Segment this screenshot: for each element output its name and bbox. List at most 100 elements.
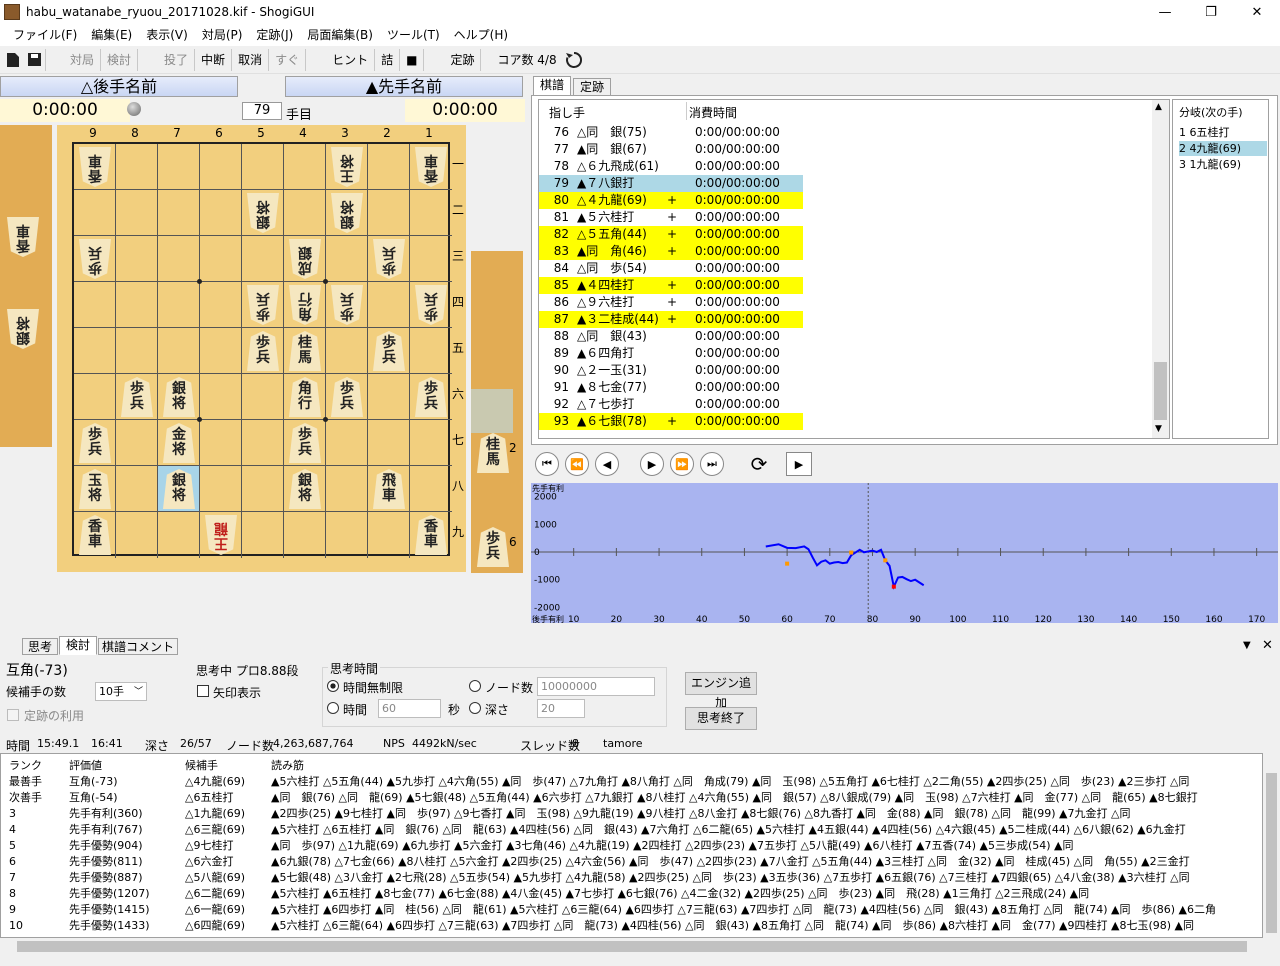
board-square[interactable] xyxy=(410,420,452,466)
sente-piece[interactable]: 玉将 xyxy=(79,469,111,509)
kifu-row[interactable]: 80 △４九龍(69) +0:00/00:00:00 xyxy=(539,192,803,209)
board-square[interactable] xyxy=(74,282,116,328)
board-square[interactable] xyxy=(242,374,284,420)
pv-hscroll-thumb[interactable] xyxy=(17,941,1247,952)
gote-piece[interactable]: 王龍 xyxy=(205,515,237,555)
board-square[interactable] xyxy=(368,512,410,558)
first-move-icon[interactable]: ⏮ xyxy=(535,452,559,476)
board-square[interactable] xyxy=(368,420,410,466)
radio-nodes[interactable] xyxy=(469,680,481,692)
board-square[interactable] xyxy=(368,190,410,236)
sente-piece[interactable]: 角行 xyxy=(289,377,321,417)
sente-piece[interactable]: 歩兵 xyxy=(121,377,153,417)
board-square[interactable] xyxy=(368,374,410,420)
next-branch-icon[interactable]: ⏩ xyxy=(670,452,694,476)
tab-kifu-comment[interactable]: 棋譜コメント xyxy=(98,638,178,655)
stop-icon[interactable]: ■ xyxy=(400,48,425,71)
toolbar-kento[interactable]: 検討 xyxy=(101,48,139,71)
board-square[interactable] xyxy=(200,466,242,512)
board-square[interactable] xyxy=(410,328,452,374)
menu-tools[interactable]: ツール(T) xyxy=(380,25,447,45)
candidates-select[interactable]: 10手 ﹀ xyxy=(95,682,147,701)
sente-piece[interactable]: 桂馬 xyxy=(289,331,321,371)
sente-hand-piece[interactable]: 桂馬 xyxy=(477,433,509,473)
board-square[interactable] xyxy=(284,144,326,190)
kifu-list[interactable]: 指し手 消費時間 76 △同 銀(75) 0:00/00:00:00 77 ▲同 銀(6… xyxy=(538,99,1170,439)
board-square[interactable] xyxy=(410,466,452,512)
gote-piece[interactable]: 香車 xyxy=(79,147,111,187)
book-checkbox[interactable] xyxy=(7,709,19,721)
pv-hscrollbar[interactable] xyxy=(0,938,1263,955)
radio-depth[interactable] xyxy=(469,702,481,714)
sente-piece[interactable]: 歩兵 xyxy=(79,423,111,463)
board-square[interactable] xyxy=(284,512,326,558)
kifu-row[interactable]: 90 △２一玉(31) 0:00/00:00:00 xyxy=(539,362,803,379)
kifu-row[interactable]: 76 △同 銀(75) 0:00/00:00:00 xyxy=(539,124,803,141)
board-square[interactable] xyxy=(284,190,326,236)
panel-splitter[interactable] xyxy=(0,628,1280,634)
nodes-input[interactable]: 10000000 xyxy=(537,677,655,696)
scroll-up-icon[interactable]: ▲ xyxy=(1155,102,1162,112)
toolbar-resign[interactable]: 投了 xyxy=(158,48,196,71)
board-square[interactable] xyxy=(326,466,368,512)
board-square[interactable] xyxy=(242,144,284,190)
pv-vscroll-thumb[interactable] xyxy=(1266,773,1277,933)
board-square[interactable] xyxy=(158,236,200,282)
maximize-button[interactable]: ❐ xyxy=(1188,0,1234,24)
toolbar-undo[interactable]: 取消 xyxy=(232,48,270,71)
dropdown-arrow-icon[interactable]: ▼ xyxy=(1243,640,1251,651)
flip-board-icon[interactable]: ⟳ xyxy=(747,452,771,476)
gote-piece[interactable]: 歩兵 xyxy=(247,285,279,325)
toolbar-tsume[interactable]: 詰 xyxy=(375,48,401,71)
kifu-row[interactable]: 82 △５五角(44) +0:00/00:00:00 xyxy=(539,226,803,243)
branch-item[interactable]: 3 1九龍(69) xyxy=(1179,157,1267,172)
new-file-icon[interactable] xyxy=(2,49,24,71)
board-square[interactable] xyxy=(116,512,158,558)
close-button[interactable]: ✕ xyxy=(1234,0,1280,24)
gote-piece[interactable]: 香車 xyxy=(415,147,447,187)
board-square[interactable] xyxy=(326,512,368,558)
kifu-row[interactable]: 81 ▲５六桂打 +0:00/00:00:00 xyxy=(539,209,803,226)
kifu-row[interactable]: 83 ▲同 角(46) +0:00/00:00:00 xyxy=(539,243,803,260)
tab-analysis[interactable]: 検討 xyxy=(59,636,97,655)
save-icon[interactable] xyxy=(24,48,46,71)
gote-piece[interactable]: 銀将 xyxy=(331,193,363,233)
arrow-checkbox[interactable] xyxy=(197,685,209,697)
gote-piece[interactable]: 角行 xyxy=(289,285,321,325)
minimize-button[interactable]: — xyxy=(1142,0,1188,24)
tab-joseki[interactable]: 定跡 xyxy=(573,78,611,96)
toolbar-taikyoku[interactable]: 対局 xyxy=(64,48,102,71)
toolbar-interrupt[interactable]: 中断 xyxy=(195,48,233,71)
tab-kifu[interactable]: 棋譜 xyxy=(533,76,571,96)
board-square[interactable] xyxy=(368,282,410,328)
prev-move-icon[interactable]: ◀ xyxy=(595,452,619,476)
gote-piece[interactable]: 成銀 xyxy=(289,239,321,279)
kifu-row[interactable]: 89 ▲６四角打 0:00/00:00:00 xyxy=(539,345,803,362)
gote-piece[interactable]: 王将 xyxy=(331,147,363,187)
board-square[interactable] xyxy=(116,144,158,190)
board-square[interactable] xyxy=(116,282,158,328)
gote-piece[interactable]: 歩兵 xyxy=(373,239,405,279)
menu-play[interactable]: 対局(P) xyxy=(195,25,250,45)
menu-file[interactable]: ファイル(F) xyxy=(6,25,84,45)
close-panel-icon[interactable]: ✕ xyxy=(1262,638,1273,653)
kifu-scroll-thumb[interactable] xyxy=(1154,362,1167,420)
sente-piece[interactable]: 金将 xyxy=(163,423,195,463)
move-number-field[interactable]: 79 xyxy=(242,102,282,120)
gote-piece[interactable]: 歩兵 xyxy=(79,239,111,279)
board-square[interactable] xyxy=(242,420,284,466)
kifu-row[interactable]: 85 ▲４四桂打 +0:00/00:00:00 xyxy=(539,277,803,294)
add-engine-button[interactable]: エンジン追加 xyxy=(685,672,757,710)
sente-piece[interactable]: 歩兵 xyxy=(373,331,405,371)
board-square[interactable] xyxy=(242,236,284,282)
sente-piece[interactable]: 香車 xyxy=(415,515,447,555)
branch-item[interactable]: 1 6五桂打 xyxy=(1179,125,1267,140)
last-move-icon[interactable]: ⏭ xyxy=(700,452,724,476)
board-square[interactable] xyxy=(410,190,452,236)
sente-piece[interactable]: 飛車 xyxy=(373,469,405,509)
gote-piece[interactable]: 歩兵 xyxy=(331,285,363,325)
kifu-row[interactable]: 88 △同 銀(43) 0:00/00:00:00 xyxy=(539,328,803,345)
board-square[interactable] xyxy=(200,374,242,420)
sente-piece[interactable]: 歩兵 xyxy=(415,377,447,417)
candidate-moves-table[interactable]: ランク 評価値 候補手 読み筋 最善手 互角(-73) △4九龍(69) ▲5六桂打 … xyxy=(0,753,1263,938)
